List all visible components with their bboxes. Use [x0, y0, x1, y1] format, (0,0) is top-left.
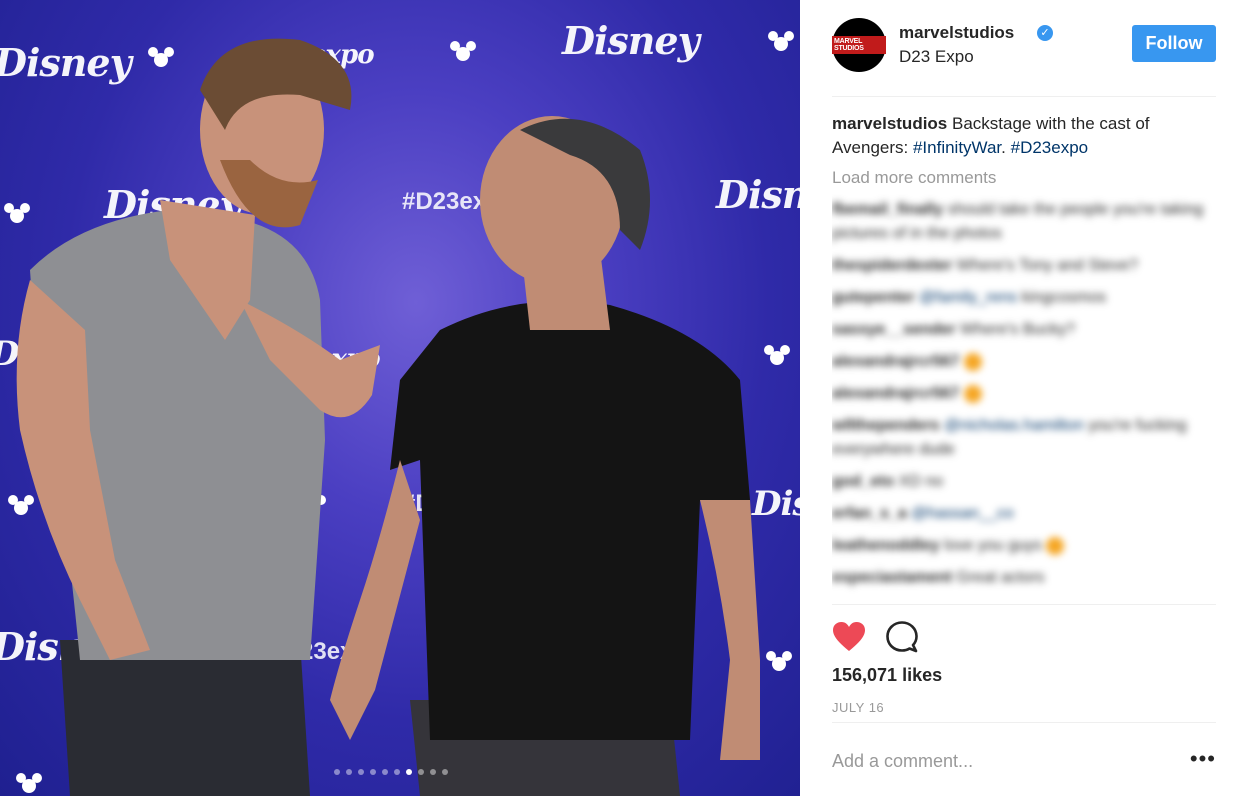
post-actions: 156,071 likes JULY 16: [832, 604, 1216, 715]
comment-icon[interactable]: [886, 621, 918, 653]
comment-item: alexandrajrcr567: [832, 382, 1216, 406]
carousel-dot[interactable]: [406, 769, 412, 775]
avatar-logo: MARVEL STUDIOS: [832, 36, 886, 54]
carousel-dot[interactable]: [394, 769, 400, 775]
carousel-dot[interactable]: [382, 769, 388, 775]
post-photo[interactable]: Disney expo Disney #D23expo Disney Disne…: [0, 0, 800, 796]
comment-mention[interactable]: @nicholas.hamilton: [944, 417, 1084, 434]
comment-text: Where's Bucky?: [960, 321, 1076, 338]
likes-count[interactable]: 156,071 likes: [832, 665, 942, 686]
location-link[interactable]: D23 Expo: [899, 47, 974, 67]
comment-item: fbemail_finally should take the people y…: [832, 198, 1216, 246]
comment-text: XD no: [898, 473, 944, 490]
comment-item: erfan_s_a @hassan__co: [832, 502, 1216, 526]
comment-item: especiastament Great actors: [832, 566, 1216, 590]
comment-username[interactable]: thespiderdexter: [832, 257, 952, 274]
comment-text: Where's Tony and Steve?: [956, 257, 1139, 274]
comment-username[interactable]: erfan_s_a: [832, 505, 907, 522]
comment-item: leathenoddley love you guys: [832, 534, 1216, 558]
caption-username[interactable]: marvelstudios: [832, 114, 947, 133]
hashtag-link[interactable]: #InfinityWar: [913, 138, 1001, 157]
load-more-comments-link[interactable]: Load more comments: [832, 168, 1216, 188]
emoji-icon: [1046, 536, 1065, 555]
post-date: JULY 16: [832, 700, 885, 715]
caption-separator: .: [1001, 138, 1011, 157]
username-link[interactable]: marvelstudios: [899, 23, 1014, 43]
follow-button[interactable]: Follow: [1132, 25, 1216, 62]
comment-username[interactable]: god_eto: [832, 473, 894, 490]
post-header: MARVEL STUDIOS marvelstudios ✓ D23 Expo …: [832, 16, 1216, 97]
comment-username[interactable]: sassye__sender: [832, 321, 956, 338]
comment-mention[interactable]: @hassan__co: [911, 505, 1014, 522]
post-caption: marvelstudios Backstage with the cast of…: [832, 112, 1216, 160]
person-right: [330, 116, 760, 796]
comment-item: sassye__sender Where's Bucky?: [832, 318, 1216, 342]
comment-item: gutepenter @family_rens kingcosmos: [832, 286, 1216, 310]
emoji-icon: [963, 352, 982, 371]
comment-text: kingcosmos: [1021, 289, 1107, 306]
hashtag-link[interactable]: #D23expo: [1011, 138, 1089, 157]
comment-username[interactable]: wllthependers: [832, 417, 940, 434]
comment-username[interactable]: alexandrajrcr567: [832, 353, 959, 370]
carousel-dot[interactable]: [418, 769, 424, 775]
comments-section: marvelstudios Backstage with the cast of…: [832, 112, 1216, 604]
carousel-dot[interactable]: [358, 769, 364, 775]
comment-item: thespiderdexter Where's Tony and Steve?: [832, 254, 1216, 278]
comment-username[interactable]: especiastament: [832, 569, 952, 586]
comment-username[interactable]: gutepenter: [832, 289, 915, 306]
comment-item: god_eto XD no: [832, 470, 1216, 494]
verified-badge-icon: ✓: [1037, 25, 1053, 41]
post-side-panel: MARVEL STUDIOS marvelstudios ✓ D23 Expo …: [800, 0, 1246, 796]
comment-username[interactable]: alexandrajrcr567: [832, 385, 959, 402]
comment-item: wllthependers @nicholas.hamilton you're …: [832, 414, 1216, 462]
carousel-dot[interactable]: [334, 769, 340, 775]
comment-text: love you guys: [944, 537, 1042, 554]
carousel-dot[interactable]: [370, 769, 376, 775]
carousel-dot[interactable]: [442, 769, 448, 775]
comment-username[interactable]: leathenoddley: [832, 537, 940, 554]
carousel-dot[interactable]: [346, 769, 352, 775]
carousel-indicator[interactable]: [334, 769, 448, 775]
emoji-icon: [963, 384, 982, 403]
instagram-post: Disney expo Disney #D23expo Disney Disne…: [0, 0, 1246, 796]
add-comment-input[interactable]: [832, 747, 1172, 775]
comment-list: fbemail_finally should take the people y…: [832, 198, 1216, 590]
more-options-icon[interactable]: •••: [1190, 748, 1216, 770]
carousel-dot[interactable]: [430, 769, 436, 775]
comment-item: alexandrajrcr567: [832, 350, 1216, 374]
comment-mention[interactable]: @family_rens: [919, 289, 1017, 306]
comment-text: Great actors: [956, 569, 1045, 586]
add-comment-bar: •••: [832, 722, 1216, 797]
heart-icon[interactable]: [832, 621, 866, 653]
avatar[interactable]: MARVEL STUDIOS: [832, 18, 886, 72]
comment-username[interactable]: fbemail_finally: [832, 201, 943, 218]
